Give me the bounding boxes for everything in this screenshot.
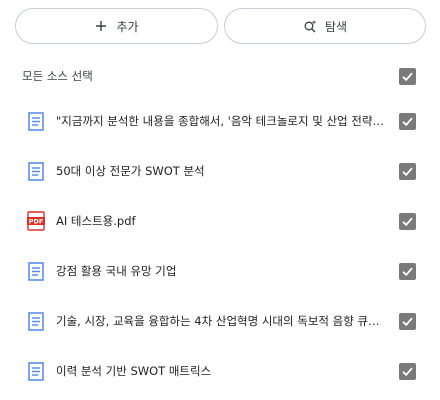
source-checkbox[interactable] xyxy=(399,262,416,280)
source-item[interactable]: 이력 분석 기반 SWOT 매트릭스 xyxy=(22,346,416,396)
source-title: AI 테스트용.pdf xyxy=(56,214,136,228)
select-all-row[interactable]: 모든 소스 선택 xyxy=(22,63,416,89)
document-icon xyxy=(26,110,46,132)
source-checkbox[interactable] xyxy=(399,212,416,230)
source-checkbox[interactable] xyxy=(399,362,416,380)
source-list: "지금까지 분석한 내용을 종합해서, '음악 테크놀로지 및 산업 전략가'라… xyxy=(22,96,416,396)
pdf-icon: PDF xyxy=(26,210,46,232)
source-title: 강점 활용 국내 유망 기업 xyxy=(56,264,177,278)
check-icon xyxy=(402,167,413,176)
select-all-checkbox[interactable] xyxy=(399,67,416,85)
check-icon xyxy=(402,217,413,226)
discover-sources-button[interactable]: 탐색 xyxy=(224,8,426,44)
source-item[interactable]: "지금까지 분석한 내용을 종합해서, '음악 테크놀로지 및 산업 전략가'라… xyxy=(22,96,416,146)
document-icon xyxy=(26,160,46,182)
document-icon xyxy=(26,310,46,332)
source-title: "지금까지 분석한 내용을 종합해서, '음악 테크놀로지 및 산업 전략가'라… xyxy=(56,114,399,128)
source-actions-bar: 추가 탐색 xyxy=(15,8,426,46)
svg-text:PDF: PDF xyxy=(29,218,44,226)
sparkle-search-icon xyxy=(303,19,317,33)
select-all-label: 모든 소스 선택 xyxy=(22,69,93,83)
source-title: 50대 이상 전문가 SWOT 분석 xyxy=(56,164,205,178)
source-item[interactable]: 강점 활용 국내 유망 기업 xyxy=(22,246,416,296)
check-icon xyxy=(402,317,413,326)
check-icon xyxy=(402,267,413,276)
plus-icon xyxy=(94,19,108,33)
document-icon xyxy=(26,260,46,282)
source-item[interactable]: 50대 이상 전문가 SWOT 분석 xyxy=(22,146,416,196)
source-title: 이력 분석 기반 SWOT 매트릭스 xyxy=(56,364,212,378)
document-icon xyxy=(26,360,46,382)
check-icon xyxy=(402,367,413,376)
source-title: 기술, 시장, 교육을 융합하는 4차 산업혁명 시대의 독보적 음향 큐레이터 xyxy=(56,314,399,328)
source-checkbox[interactable] xyxy=(399,162,416,180)
source-item[interactable]: 기술, 시장, 교육을 융합하는 4차 산업혁명 시대의 독보적 음향 큐레이터 xyxy=(22,296,416,346)
discover-sources-label: 탐색 xyxy=(324,19,348,34)
source-item[interactable]: PDF AI 테스트용.pdf xyxy=(22,196,416,246)
source-checkbox[interactable] xyxy=(399,312,416,330)
add-source-button[interactable]: 추가 xyxy=(15,8,218,44)
source-checkbox[interactable] xyxy=(399,112,416,130)
add-source-label: 추가 xyxy=(116,19,139,34)
check-icon xyxy=(402,72,413,81)
check-icon xyxy=(402,117,413,126)
